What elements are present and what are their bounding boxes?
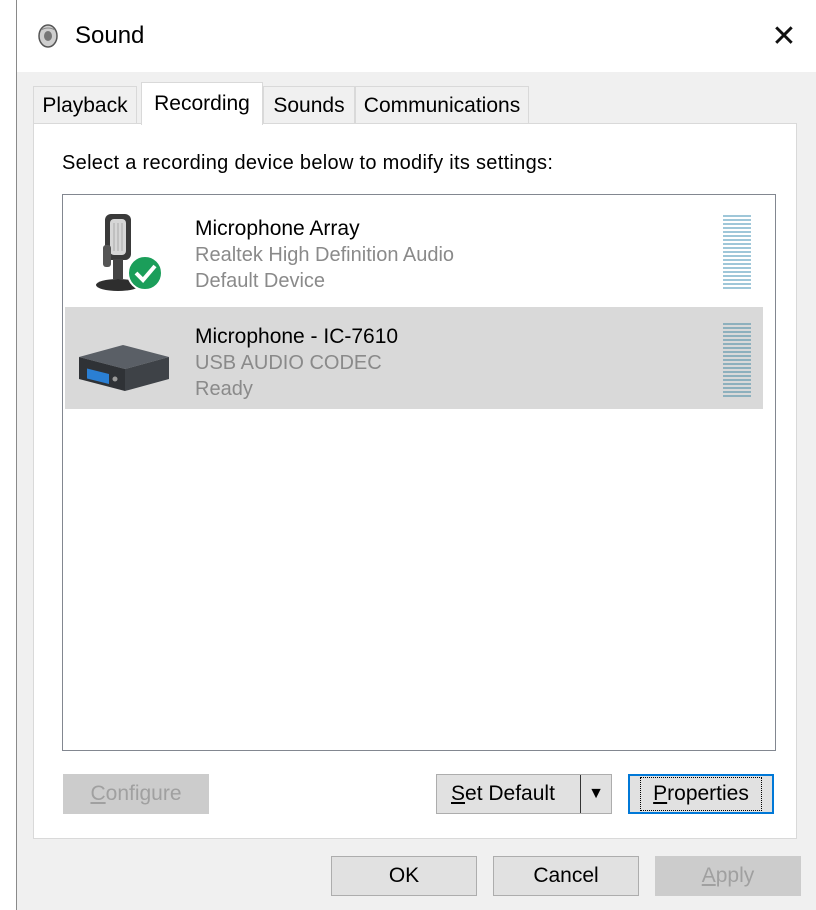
apply-button[interactable]: Apply: [655, 856, 801, 896]
sound-dialog: Sound ✕ Playback Recording Sounds Commun…: [16, 0, 816, 910]
dropdown-arrow-icon[interactable]: ▼: [580, 775, 611, 813]
device-name: Microphone Array: [195, 217, 360, 240]
device-status: Ready: [195, 378, 253, 400]
set-default-label: et Default: [465, 782, 555, 805]
configure-button[interactable]: Configure: [63, 774, 209, 814]
configure-accel: C: [90, 782, 106, 805]
tab-recording[interactable]: Recording: [141, 82, 263, 125]
device-name: Microphone - IC-7610: [195, 325, 399, 348]
instruction-text: Select a recording device below to modif…: [62, 152, 554, 174]
recording-panel: Select a recording device below to modif…: [33, 123, 797, 839]
properties-focus-rect: Properties: [640, 777, 762, 811]
microphone-icon: [96, 214, 163, 291]
apply-accel: A: [701, 864, 716, 887]
recording-device-list[interactable]: Microphone Array Realtek High Definition…: [62, 194, 776, 751]
tab-sounds[interactable]: Sounds: [263, 86, 355, 124]
apply-label: pply: [715, 864, 755, 887]
level-meter: [723, 323, 751, 401]
configure-label: onfigure: [105, 782, 182, 805]
close-button[interactable]: ✕: [752, 0, 816, 72]
speaker-icon: [38, 24, 58, 48]
cancel-button[interactable]: Cancel: [493, 856, 639, 896]
window-title: Sound: [75, 22, 145, 49]
properties-accel: P: [653, 782, 668, 805]
level-meter: [723, 215, 751, 293]
ok-button[interactable]: OK: [331, 856, 477, 896]
set-default-accel: S: [451, 782, 466, 805]
device-driver: Realtek High Definition Audio: [195, 244, 455, 266]
title-bar: Sound ✕: [17, 0, 816, 72]
device-status: Default Device: [195, 270, 326, 292]
device-microphone-ic-7610[interactable]: Microphone - IC-7610 USB AUDIO CODEC Rea…: [65, 307, 763, 409]
device-microphone-array[interactable]: Microphone Array Realtek High Definition…: [65, 199, 763, 301]
set-default-button[interactable]: Set Default ▼: [436, 774, 612, 814]
tab-communications[interactable]: Communications: [355, 86, 529, 124]
properties-label: roperties: [667, 782, 749, 805]
tab-playback[interactable]: Playback: [33, 86, 137, 124]
usb-codec-device-icon: [79, 345, 169, 391]
default-check-icon: [127, 255, 163, 291]
device-driver: USB AUDIO CODEC: [195, 352, 382, 374]
properties-button[interactable]: Properties: [628, 774, 774, 814]
